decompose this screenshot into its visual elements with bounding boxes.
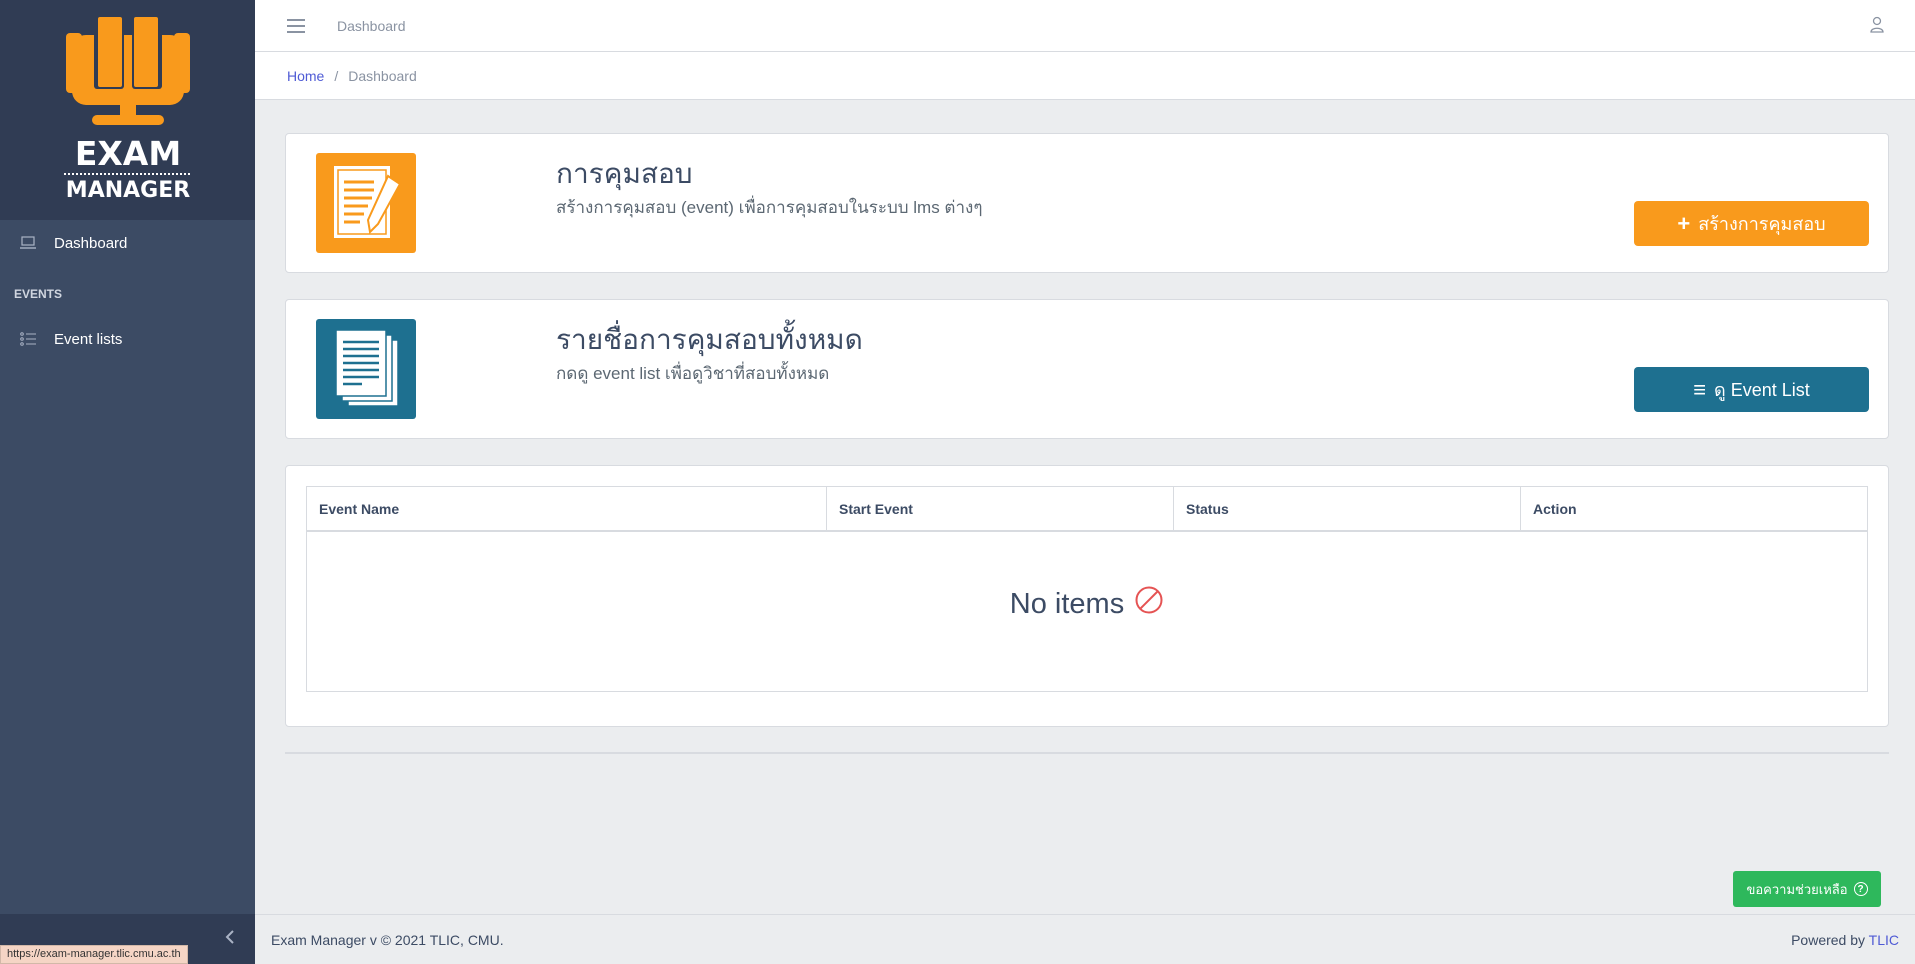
breadcrumb-home[interactable]: Home: [287, 68, 324, 84]
card-heading: การคุมสอบ: [556, 158, 693, 189]
document-edit-icon: [316, 153, 416, 253]
event-list-card: รายชื่อการคุมสอบทั้งหมด กดดู event list …: [285, 299, 1889, 439]
column-header-status[interactable]: Status: [1174, 487, 1521, 530]
card-heading: รายชื่อการคุมสอบทั้งหมด: [556, 324, 863, 355]
breadcrumb-current: Dashboard: [348, 67, 417, 84]
ban-icon: [1134, 585, 1164, 623]
help-button-label: ขอความช่วยเหลือ: [1746, 881, 1848, 897]
sidebar-item-label: Event lists: [54, 330, 123, 348]
column-header-action[interactable]: Action: [1521, 487, 1867, 530]
sidebar-item-label: Dashboard: [54, 234, 128, 252]
brand-logo[interactable]: EXAM MANAGER: [0, 0, 255, 220]
breadcrumb-separator: /: [334, 67, 339, 84]
header-title[interactable]: Dashboard: [337, 18, 406, 34]
powered-by-text: Powered by: [1791, 931, 1866, 948]
exam-manager-logo: EXAM MANAGER: [63, 17, 192, 203]
plus-icon: +: [1677, 210, 1691, 236]
empty-state: No items: [307, 585, 1867, 623]
menu-toggle-icon[interactable]: [287, 15, 305, 37]
breadcrumb: Home / Dashboard: [255, 52, 1915, 100]
column-header-start-event[interactable]: Start Event: [827, 487, 1174, 530]
status-url: https://exam-manager.tlic.cmu.ac.th: [0, 945, 188, 964]
user-icon[interactable]: [1869, 16, 1885, 39]
documents-icon: [316, 319, 416, 419]
create-event-card: การคุมสอบ สร้างการคุมสอบ (event) เพื่อกา…: [285, 133, 1889, 273]
laptop-icon: [20, 236, 42, 250]
empty-state-text: No items: [1009, 587, 1125, 620]
divider: [285, 752, 1889, 754]
question-circle-icon: ?: [1853, 882, 1868, 896]
card-description: สร้างการคุมสอบ (event) เพื่อการคุมสอบในร…: [556, 198, 983, 217]
footer: Exam Manager v © 2021 TLIC, CMU. Powered…: [255, 914, 1915, 964]
footer-powered: Powered by TLIC: [1791, 932, 1899, 948]
card-description: กดดู event list เพื่อดูวิชาที่สอบทั้งหมด: [556, 364, 830, 383]
create-event-button[interactable]: + สร้างการคุมสอบ: [1634, 201, 1869, 246]
column-header-event-name[interactable]: Event Name: [307, 487, 827, 530]
table-header: Event Name Start Event Status Action: [307, 487, 1867, 532]
svg-text:EXAM: EXAM: [74, 134, 180, 173]
button-label: สร้างการคุมสอบ: [1698, 214, 1826, 234]
list-icon: [20, 332, 42, 346]
chevron-left-icon: [225, 929, 235, 950]
tlic-link[interactable]: TLIC: [1869, 932, 1899, 948]
sidebar-section-title: EVENTS: [14, 287, 63, 301]
sidebar-item-event-lists[interactable]: Event lists: [0, 316, 255, 362]
events-table: Event Name Start Event Status Action No …: [306, 486, 1868, 692]
top-header: Dashboard: [255, 0, 1915, 52]
footer-copyright: Exam Manager v © 2021 TLIC, CMU.: [271, 931, 504, 948]
events-table-card: Event Name Start Event Status Action No …: [285, 465, 1889, 727]
sidebar: EXAM MANAGER Dashboard EVENTS Event list…: [0, 0, 255, 964]
sidebar-item-dashboard[interactable]: Dashboard: [0, 220, 255, 266]
view-event-list-button[interactable]: ≡ ดู Event List: [1634, 367, 1869, 412]
help-button[interactable]: ขอความช่วยเหลือ ?: [1733, 871, 1881, 907]
button-label: ดู Event List: [1714, 380, 1810, 400]
list-icon: ≡: [1693, 376, 1707, 402]
svg-text:MANAGER: MANAGER: [65, 178, 189, 203]
